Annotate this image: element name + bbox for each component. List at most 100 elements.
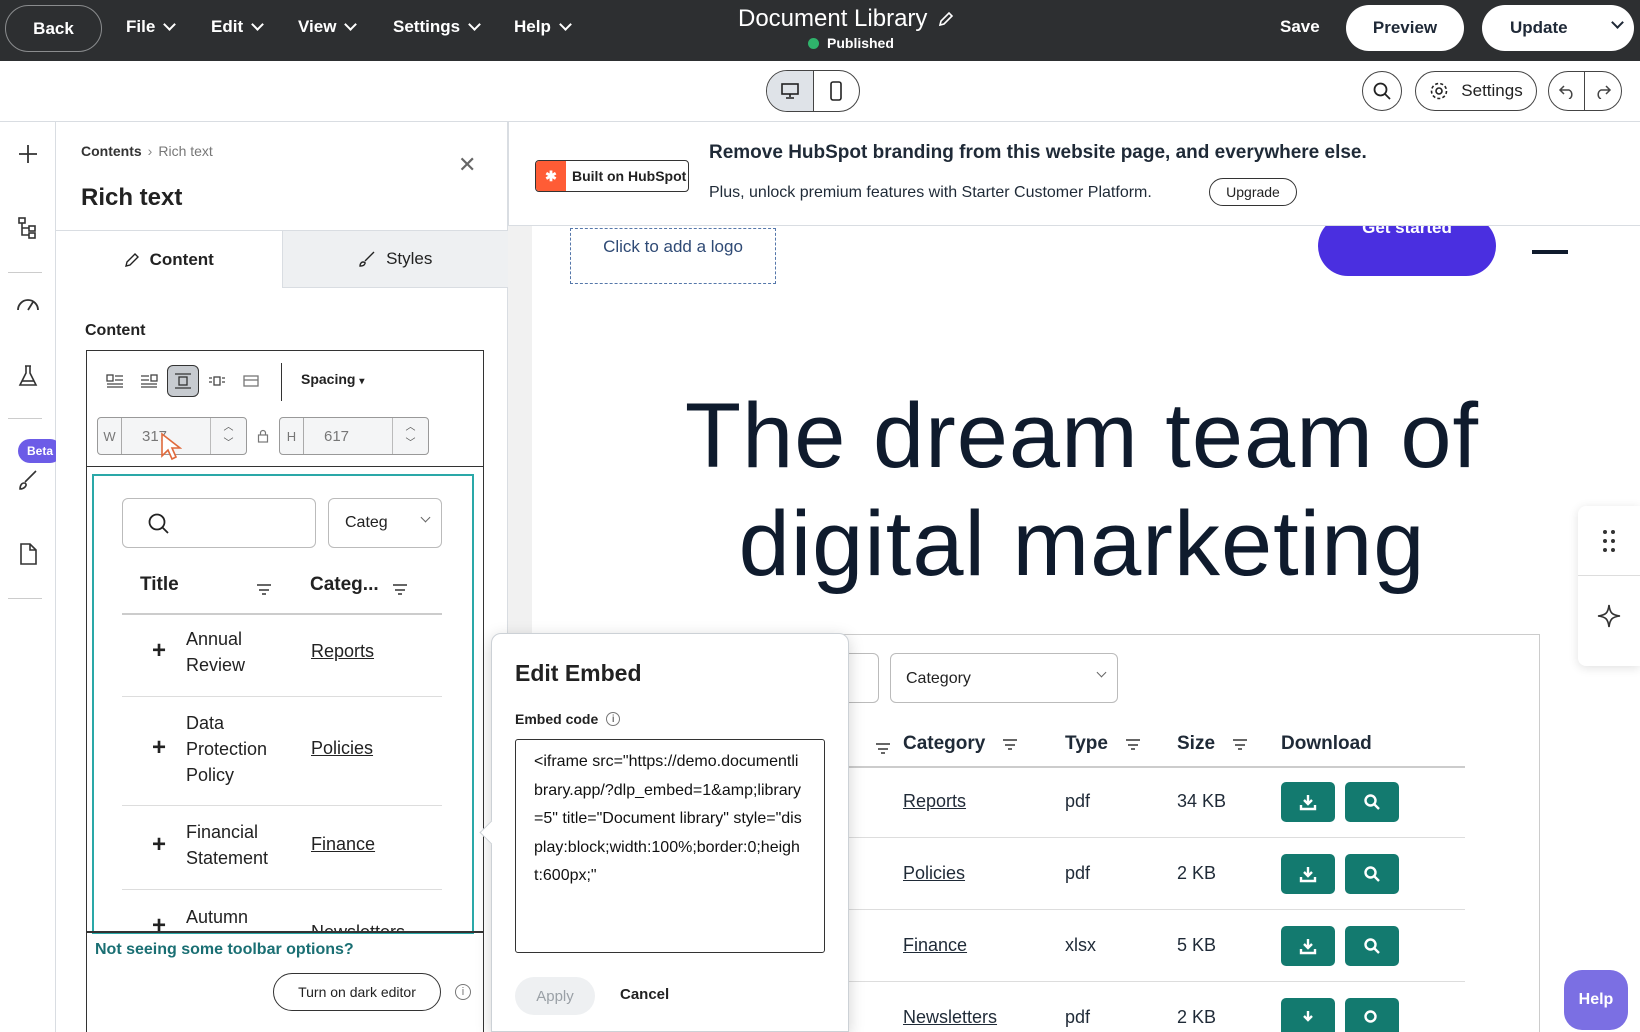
- back-button[interactable]: Back: [5, 5, 102, 52]
- spacing-dropdown[interactable]: Spacing ▾: [301, 371, 364, 387]
- preview-search-input[interactable]: [122, 498, 316, 548]
- menu-icon[interactable]: [1532, 250, 1568, 254]
- align-center-icon[interactable]: [167, 365, 199, 397]
- preview-col-title[interactable]: Title: [140, 574, 179, 596]
- add-icon[interactable]: [14, 140, 42, 168]
- filter-icon[interactable]: [876, 743, 890, 754]
- download-button[interactable]: [1281, 998, 1335, 1032]
- download-button[interactable]: [1281, 926, 1335, 966]
- preview-row-category[interactable]: Finance: [311, 834, 375, 855]
- expand-icon[interactable]: +: [152, 831, 166, 859]
- dark-editor-button[interactable]: Turn on dark editor: [273, 973, 441, 1011]
- built-on-hubspot-badge[interactable]: ✱ Built on HubSpot: [535, 160, 689, 192]
- embed-preview[interactable]: Categ Title Categ... + Annual Review Rep…: [92, 474, 474, 934]
- drag-handle-icon[interactable]: [1578, 506, 1640, 576]
- filter-icon[interactable]: [257, 584, 271, 595]
- height-field[interactable]: H 617 ︿ ﹀: [279, 417, 429, 455]
- menu-edit[interactable]: Edit: [211, 17, 264, 37]
- toolbar-hint: Not seeing some toolbar options?: [95, 941, 354, 958]
- col-type[interactable]: Type: [1065, 733, 1140, 755]
- layers-tree-icon[interactable]: [14, 214, 42, 242]
- close-icon[interactable]: ✕: [458, 152, 476, 178]
- chevron-up-icon[interactable]: ︿: [406, 420, 416, 436]
- menu-view-label: View: [298, 17, 337, 36]
- tab-content-label: Content: [149, 249, 214, 269]
- expand-icon[interactable]: +: [152, 637, 166, 665]
- menu-settings[interactable]: Settings: [393, 17, 481, 37]
- help-button[interactable]: Help: [1564, 970, 1628, 1030]
- undo-button[interactable]: [1549, 72, 1585, 110]
- row-category[interactable]: Reports: [903, 791, 966, 812]
- logo-placeholder[interactable]: Click to add a logo: [570, 228, 776, 284]
- sparkle-icon[interactable]: [1578, 576, 1640, 656]
- status-dot: [808, 37, 819, 49]
- align-full-width-icon[interactable]: [235, 365, 267, 397]
- tab-content[interactable]: Content: [56, 231, 283, 288]
- document-title[interactable]: Document Library: [738, 5, 955, 33]
- cancel-button[interactable]: Cancel: [620, 986, 669, 1003]
- row-size: 5 KB: [1177, 935, 1217, 955]
- width-stepper[interactable]: ︿ ﹀: [210, 418, 246, 454]
- menu-file[interactable]: File: [126, 17, 177, 37]
- undo-redo-group: [1548, 71, 1622, 111]
- view-button[interactable]: [1345, 998, 1399, 1032]
- embed-code-textarea[interactable]: <iframe src="https://demo.documentlibrar…: [515, 739, 825, 953]
- settings-button[interactable]: Settings: [1415, 71, 1537, 111]
- view-button[interactable]: [1345, 854, 1399, 894]
- filter-icon[interactable]: [393, 584, 407, 595]
- align-inline-icon[interactable]: [201, 365, 233, 397]
- breadcrumb-root[interactable]: Contents: [81, 143, 142, 159]
- chevron-down-icon[interactable]: ﹀: [224, 436, 234, 452]
- update-button[interactable]: Update: [1482, 5, 1634, 51]
- flask-icon[interactable]: [14, 362, 42, 390]
- row-category[interactable]: Newsletters: [903, 1007, 997, 1028]
- preview-category-select[interactable]: Categ: [328, 498, 442, 548]
- download-button[interactable]: [1281, 782, 1335, 822]
- filter-icon[interactable]: [1125, 739, 1140, 750]
- desktop-view-button[interactable]: [767, 71, 814, 111]
- preview-col-category[interactable]: Categ...: [310, 574, 379, 596]
- search-button[interactable]: [1362, 71, 1402, 111]
- preview-row-category[interactable]: Reports: [311, 641, 374, 662]
- height-stepper[interactable]: ︿ ﹀: [392, 418, 428, 454]
- col-size[interactable]: Size: [1177, 733, 1248, 755]
- download-button[interactable]: [1281, 854, 1335, 894]
- tab-styles[interactable]: Styles: [282, 231, 508, 288]
- page-icon[interactable]: [14, 540, 42, 568]
- save-button[interactable]: Save: [1280, 17, 1320, 37]
- align-left-wrap-icon[interactable]: [99, 365, 131, 397]
- view-button[interactable]: [1345, 782, 1399, 822]
- floating-tools: [1578, 506, 1640, 666]
- pencil-icon[interactable]: [937, 10, 955, 28]
- mobile-view-button[interactable]: [814, 71, 860, 111]
- upgrade-button[interactable]: Upgrade: [1209, 178, 1297, 206]
- category-select[interactable]: Category: [890, 653, 1118, 703]
- height-value[interactable]: 617: [324, 428, 349, 445]
- row-category[interactable]: Finance: [903, 935, 967, 956]
- gauge-icon[interactable]: [14, 290, 42, 318]
- expand-icon[interactable]: +: [152, 734, 166, 762]
- brush-icon[interactable]: [14, 466, 42, 494]
- menu-help[interactable]: Help: [514, 17, 572, 37]
- chevron-down-icon[interactable]: [1611, 16, 1624, 29]
- menu-view[interactable]: View: [298, 17, 358, 37]
- info-icon[interactable]: i: [606, 712, 621, 726]
- redo-button[interactable]: [1585, 72, 1621, 110]
- hero-heading[interactable]: The dream team of digital marketing: [632, 382, 1532, 598]
- menu-settings-label: Settings: [393, 17, 461, 36]
- align-right-wrap-icon[interactable]: [133, 365, 165, 397]
- apply-button[interactable]: Apply: [515, 977, 595, 1015]
- col-category[interactable]: Category: [903, 733, 1018, 755]
- info-icon[interactable]: i: [455, 984, 471, 1000]
- view-button[interactable]: [1345, 926, 1399, 966]
- filter-icon[interactable]: [1003, 739, 1018, 750]
- preview-button[interactable]: Preview: [1346, 5, 1464, 51]
- preview-row-title: Financial Statement: [186, 822, 269, 868]
- lock-icon[interactable]: [257, 429, 269, 446]
- row-category[interactable]: Policies: [903, 863, 965, 884]
- chevron-down-icon[interactable]: ﹀: [406, 436, 416, 452]
- filter-icon[interactable]: [1233, 739, 1248, 750]
- row-divider: [122, 805, 442, 806]
- chevron-up-icon[interactable]: ︿: [224, 420, 234, 436]
- preview-row-category[interactable]: Policies: [311, 738, 373, 759]
